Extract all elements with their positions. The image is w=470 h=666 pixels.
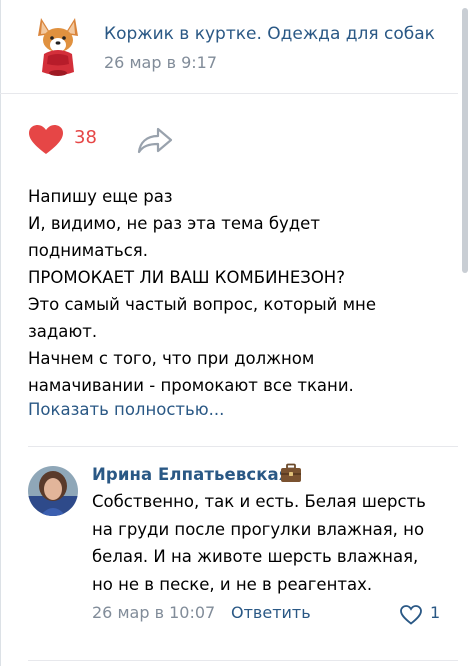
header-divider (0, 93, 458, 94)
show-more-link[interactable]: Показать полностью... (28, 400, 224, 419)
comment-text-line: Собственно, так и есть. Белая шерсть (92, 492, 426, 511)
bottom-divider (28, 660, 458, 661)
commenter-avatar[interactable] (28, 466, 78, 516)
heart-icon[interactable] (28, 124, 64, 156)
post-text-line: намачивании - промокают все ткани. (28, 376, 354, 395)
post-text-line: задают. (28, 322, 98, 341)
comments-divider (28, 446, 458, 447)
share-arrow-icon[interactable] (136, 125, 174, 155)
group-avatar[interactable] (32, 16, 84, 78)
briefcase-icon (281, 463, 301, 482)
scrollbar-thumb[interactable] (462, 8, 468, 273)
post-text-line: ПРОМОКАЕТ ЛИ ВАШ КОМБИНЕЗОН? (28, 268, 345, 287)
comment-text-line: но не в песке, и не в реагентах. (92, 574, 373, 594)
reply-button[interactable]: Ответить (231, 603, 311, 622)
comment-text-line: белая. И на животе шерсть влажная, (92, 547, 419, 566)
post-text-line: подниматься. (28, 241, 148, 260)
post-text-line: И, видимо, не раз эта тема будет (28, 214, 320, 233)
post-text-line: Напишу еще раз (28, 187, 173, 206)
comment-author-link[interactable]: Ирина Елпатьевская (92, 465, 290, 484)
post-text-line: Это самый частый вопрос, который мне (28, 295, 376, 314)
heart-outline-icon[interactable] (400, 605, 422, 625)
post-header: Коржик в куртке. Одежда для собак 26 мар… (0, 0, 458, 92)
comment-text: Собственно, так и есть. Белая шерсть на … (92, 488, 452, 598)
comment-text-line: на груди после прогулки влажная, но (92, 519, 425, 539)
comment-date[interactable]: 26 мар в 10:07 (92, 603, 215, 622)
post-text-line: Начнем с того, что при должном (28, 349, 315, 368)
comment-like-count[interactable]: 1 (430, 603, 440, 622)
scrollbar[interactable] (458, 0, 470, 666)
post-text: Напишу еще раз И, видимо, не раз эта тем… (28, 183, 438, 399)
group-name-link[interactable]: Коржик в куртке. Одежда для собак (104, 24, 444, 44)
like-count[interactable]: 38 (74, 127, 97, 148)
post-date[interactable]: 26 мар в 9:17 (104, 53, 217, 72)
